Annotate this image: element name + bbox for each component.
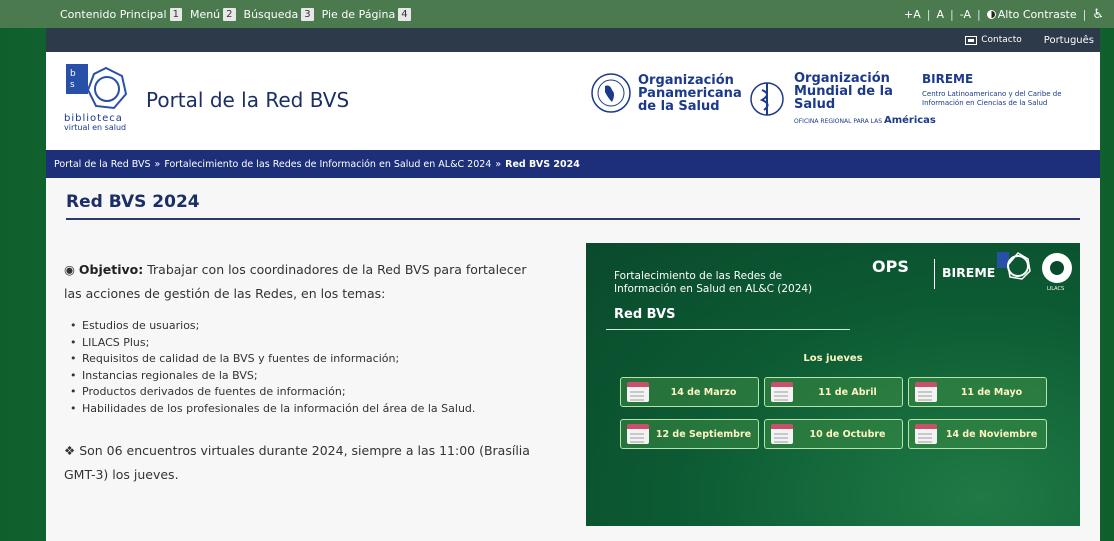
bvs-caption: biblioteca virtual en salud bbox=[64, 113, 127, 133]
people-icon: ❖ bbox=[64, 443, 76, 458]
calendar-icon bbox=[627, 424, 649, 444]
skip-link-search[interactable]: Búsqueda 3 bbox=[244, 7, 314, 21]
calendar-icon bbox=[915, 382, 937, 402]
normal-font-button[interactable]: A bbox=[937, 8, 945, 21]
objective-paragraph: ◉ Objetivo: Trabajar con los coordinador… bbox=[64, 262, 527, 301]
banner-subtitle: Fortalecimiento de las Redes de Informac… bbox=[614, 270, 813, 295]
contrast-icon bbox=[986, 9, 996, 19]
site-title[interactable]: Portal de la Red BVS bbox=[146, 88, 349, 112]
ops-logo: OPS bbox=[872, 257, 909, 276]
date-card: 11 de Abril bbox=[764, 377, 903, 407]
objective-section: ◉ Objetivo: Trabajar con los coordinador… bbox=[64, 258, 544, 487]
list-item: Estudios de usuarios; bbox=[64, 318, 544, 335]
bireme-logo[interactable]: BIREME Centro Latinoamericano y del Cari… bbox=[922, 72, 1092, 108]
breadcrumb-current: Red BVS 2024 bbox=[505, 158, 580, 170]
list-item: Productos derivados de fuentes de inform… bbox=[64, 384, 544, 401]
date-card: 12 de Septiembre bbox=[620, 419, 759, 449]
language-link[interactable]: Português bbox=[1044, 35, 1094, 46]
svg-text:s: s bbox=[70, 80, 75, 90]
calendar-icon bbox=[771, 424, 793, 444]
list-item: Habilidades de los profesionales de la i… bbox=[64, 401, 544, 418]
globe-icon bbox=[591, 73, 631, 113]
page-container: Contacto Português b s biblioteca virtua… bbox=[46, 28, 1100, 541]
bireme-logo-banner: BIREME bbox=[942, 265, 996, 280]
skip-links: Contenido Principal 1 Menú 2 Búsqueda 3 Pie… bbox=[60, 7, 411, 21]
utility-bar: Contacto Português bbox=[46, 28, 1100, 52]
calendar-icon bbox=[627, 382, 649, 402]
weekday-label: Los jueves bbox=[803, 353, 863, 364]
accessibility-icon[interactable]: ♿ bbox=[1092, 7, 1104, 22]
svg-text:b: b bbox=[70, 69, 76, 79]
who-emblem-icon bbox=[750, 82, 784, 116]
accessibility-bar: Contenido Principal 1 Menú 2 Búsqueda 3 Pie… bbox=[0, 0, 1114, 28]
contact-link[interactable]: Contacto bbox=[965, 35, 1022, 45]
date-card: 10 de Octubre bbox=[764, 419, 903, 449]
divider bbox=[934, 259, 935, 289]
date-card: 14 de Marzo bbox=[620, 377, 759, 407]
breadcrumb-link-fortalecimiento[interactable]: Fortalecimiento de las Redes de Informac… bbox=[164, 159, 491, 170]
main-content: Red BVS 2024 ◉ Objetivo: Trabajar con lo… bbox=[46, 192, 1100, 482]
list-item: Requisitos de calidad de la BVS y fuente… bbox=[64, 351, 544, 368]
banner-title: Red BVS bbox=[614, 307, 676, 322]
event-banner: Fortalecimiento de las Redes de Informac… bbox=[586, 243, 1080, 526]
calendar-icon bbox=[915, 424, 937, 444]
skip-link-menu[interactable]: Menú 2 bbox=[190, 7, 236, 21]
skip-link-content[interactable]: Contenido Principal 1 bbox=[60, 7, 182, 21]
site-header: b s biblioteca virtual en salud Portal d… bbox=[46, 52, 1100, 150]
high-contrast-button[interactable]: Alto Contraste bbox=[986, 8, 1077, 21]
decrease-font-button[interactable]: -A bbox=[960, 8, 971, 21]
target-icon: ◉ bbox=[64, 262, 75, 277]
list-item: LILACS Plus; bbox=[64, 335, 544, 352]
date-card: 14 de Noviembre bbox=[908, 419, 1047, 449]
breadcrumb-link-portal[interactable]: Portal de la Red BVS bbox=[54, 159, 151, 170]
list-item: Instancias regionales de la BVS; bbox=[64, 368, 544, 385]
calendar-icon bbox=[771, 382, 793, 402]
bvs-mini-logo-icon bbox=[997, 252, 1031, 280]
lilacs-logo-icon bbox=[1042, 253, 1072, 283]
contact-icon bbox=[965, 35, 978, 45]
divider bbox=[606, 329, 850, 330]
font-size-controls: +A | A | -A | Alto Contraste | ♿ bbox=[904, 6, 1104, 22]
topics-list: Estudios de usuarios; LILACS Plus; Requi… bbox=[64, 318, 544, 417]
skip-link-footer[interactable]: Pie de Página 4 bbox=[322, 7, 411, 21]
increase-font-button[interactable]: +A bbox=[904, 8, 921, 21]
page-title: Red BVS 2024 bbox=[66, 192, 1080, 220]
breadcrumb: Portal de la Red BVS » Fortalecimiento d… bbox=[46, 150, 1100, 178]
date-card: 11 de Mayo bbox=[908, 377, 1047, 407]
opas-logo[interactable]: Organización Panamericana de la Salud bbox=[590, 72, 742, 114]
meetings-paragraph: ❖ Son 06 encuentros virtuales durante 20… bbox=[64, 443, 530, 482]
oms-logo[interactable]: Organización Mundial de la Salud OFICINA… bbox=[746, 72, 936, 126]
